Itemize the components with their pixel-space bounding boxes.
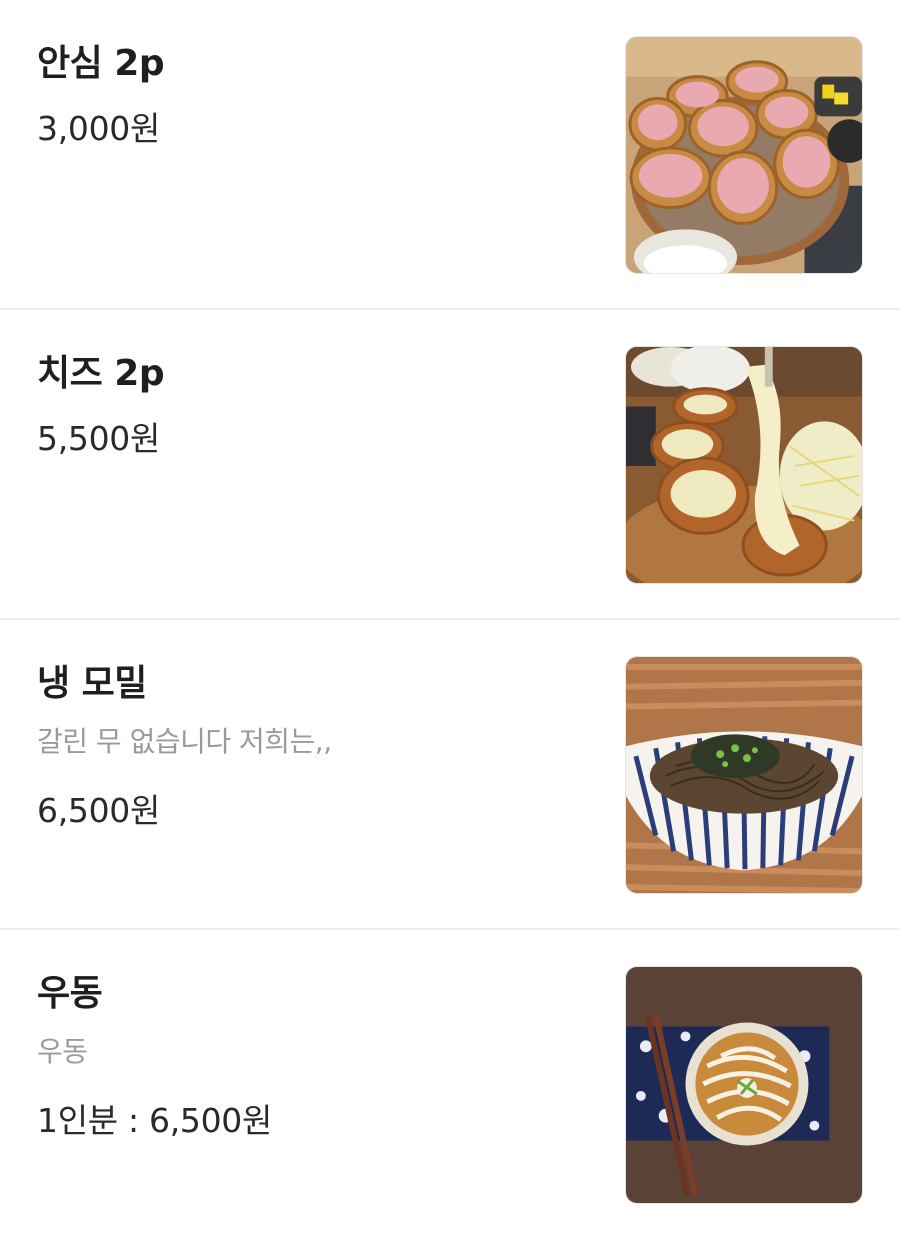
menu-item-price: 5,500원: [37, 419, 161, 458]
menu-item-name: 우동: [37, 973, 103, 1014]
menu-item-image[interactable]: [625, 656, 863, 894]
cold-soba-photo-icon: [626, 657, 862, 893]
menu-item-name: 냉 모밀: [37, 663, 147, 704]
menu-item-price: 1인분 : 6,500원: [37, 1101, 273, 1140]
menu-item-description: 우동: [37, 1035, 88, 1068]
udon-photo-icon: [626, 967, 862, 1203]
menu-item-cheese[interactable]: 치즈 2p 5,500원: [0, 310, 900, 620]
cheese-cutlet-photo-icon: [626, 347, 862, 583]
menu-item-name: 치즈 2p: [37, 353, 165, 394]
menu-item-description: 갈린 무 없습니다 저희는,,: [37, 725, 332, 758]
menu-list: 안심 2p 3,000원 치즈 2p 5,500원 냉 모밀 갈린 무 없습니다…: [0, 0, 900, 1246]
menu-item-name: 안심 2p: [37, 43, 165, 84]
menu-item-price: 3,000원: [37, 109, 161, 148]
fried-pork-cutlet-photo-icon: [626, 37, 862, 273]
menu-item-udon[interactable]: 우동 우동 1인분 : 6,500원: [0, 930, 900, 1246]
menu-item-cold-soba[interactable]: 냉 모밀 갈린 무 없습니다 저희는,, 6,500원: [0, 620, 900, 930]
menu-item-anshim[interactable]: 안심 2p 3,000원: [0, 0, 900, 310]
menu-item-price: 6,500원: [37, 791, 161, 830]
menu-item-image[interactable]: [625, 966, 863, 1204]
menu-item-image[interactable]: [625, 36, 863, 274]
menu-item-image[interactable]: [625, 346, 863, 584]
